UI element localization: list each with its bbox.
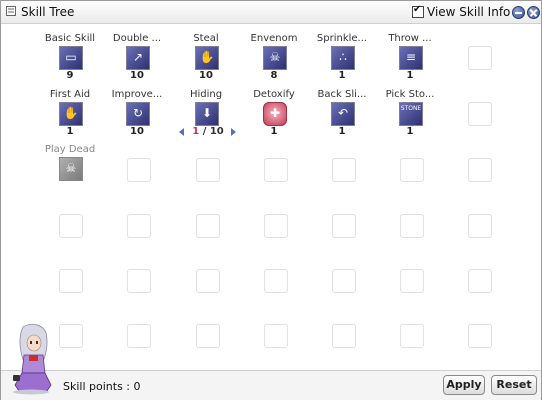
title-bar[interactable]: Skill Tree View Skill Info bbox=[1, 1, 541, 24]
view-skill-info-checkbox[interactable] bbox=[412, 4, 424, 18]
play-dead-icon[interactable]: ☠ bbox=[59, 157, 83, 181]
empty-skill-slot bbox=[468, 324, 492, 348]
skill-level: 1 bbox=[270, 126, 278, 137]
empty-skill-slot bbox=[196, 324, 220, 348]
skill-points-label: Skill points : 0 bbox=[63, 380, 141, 393]
empty-skill-slot bbox=[332, 158, 356, 182]
empty-skill-slot bbox=[59, 324, 83, 348]
apply-button[interactable]: Apply bbox=[443, 375, 485, 395]
skill-name: Steal bbox=[193, 33, 219, 44]
empty-skill-slot bbox=[196, 158, 220, 182]
double-attack-icon[interactable]: ↗ bbox=[126, 46, 150, 70]
stone-icon[interactable]: STONE bbox=[399, 102, 423, 126]
improve-dodge-icon[interactable]: ↻ bbox=[126, 102, 150, 126]
skill-name: Hiding bbox=[189, 89, 223, 100]
empty-skill-slot bbox=[59, 214, 83, 238]
empty-skill-slot bbox=[400, 269, 424, 293]
reset-button[interactable]: Reset bbox=[491, 375, 537, 395]
empty-skill-slot bbox=[468, 102, 492, 126]
skill-name: First Aid bbox=[49, 89, 91, 100]
empty-skill-slot bbox=[400, 214, 424, 238]
empty-skill-slot bbox=[468, 46, 492, 70]
sprinkle-sand-icon[interactable]: ∴ bbox=[331, 46, 355, 70]
skill-tree-window: Skill Tree View Skill Info Basic Skill ▭… bbox=[0, 0, 542, 400]
skill-name: Back Sli... bbox=[317, 89, 367, 100]
empty-skill-slot bbox=[59, 269, 83, 293]
empty-skill-slot bbox=[196, 269, 220, 293]
back-slide-icon[interactable]: ↶ bbox=[331, 102, 355, 126]
increase-level-icon[interactable] bbox=[231, 128, 236, 136]
skill-sprinkle-sand[interactable]: Sprinkle... ∴ 1 bbox=[308, 24, 376, 81]
window-title: Skill Tree bbox=[21, 5, 75, 19]
first-aid-hand-icon[interactable]: ✋ bbox=[59, 102, 83, 126]
window-menu-icon bbox=[6, 6, 16, 16]
empty-skill-slot bbox=[127, 324, 151, 348]
skill-improve-dodge[interactable]: Improve... ↻ 10 bbox=[103, 80, 171, 137]
empty-skill-slot bbox=[264, 158, 288, 182]
hiding-level-stepper[interactable]: 1 / 10 bbox=[175, 126, 239, 140]
skill-steal[interactable]: Steal ✋ 10 bbox=[172, 24, 240, 81]
empty-skill-slot bbox=[127, 269, 151, 293]
skill-name: Improve... bbox=[111, 89, 163, 100]
skill-double-attack[interactable]: Double ... ↗ 10 bbox=[103, 24, 171, 81]
skill-play-dead[interactable]: Play Dead ☠ bbox=[36, 135, 104, 191]
skill-detoxify[interactable]: Detoxify ✚ 1 bbox=[240, 80, 308, 137]
close-button[interactable] bbox=[527, 6, 540, 19]
skill-first-aid[interactable]: First Aid ✋ 1 bbox=[36, 80, 104, 137]
throw-stone-icon[interactable]: ≡ bbox=[399, 46, 423, 70]
footer-bar: Skill points : 0 Apply Reset bbox=[1, 370, 541, 400]
steal-hand-icon[interactable]: ✋ bbox=[195, 46, 219, 70]
view-skill-info-toggle[interactable]: View Skill Info bbox=[412, 4, 511, 19]
decrease-level-icon[interactable] bbox=[179, 128, 184, 136]
empty-skill-slot bbox=[468, 269, 492, 293]
skill-name: Pick Sto... bbox=[385, 89, 435, 100]
skill-level: 10 bbox=[130, 126, 144, 137]
view-skill-info-label: View Skill Info bbox=[427, 5, 511, 19]
skill-name: Throw ... bbox=[388, 33, 432, 44]
empty-skill-slot bbox=[400, 158, 424, 182]
heart-icon[interactable]: ✚ bbox=[263, 102, 287, 126]
skill-level: 1 bbox=[406, 126, 414, 137]
skill-name: Detoxify bbox=[253, 89, 295, 100]
empty-skill-slot bbox=[264, 269, 288, 293]
empty-skill-slot bbox=[332, 269, 356, 293]
skill-name: Play Dead bbox=[44, 144, 96, 155]
empty-skill-slot bbox=[196, 214, 220, 238]
skill-name: Sprinkle... bbox=[316, 33, 368, 44]
empty-skill-slot bbox=[127, 214, 151, 238]
skill-name: Double ... bbox=[112, 33, 162, 44]
empty-skill-slot bbox=[332, 324, 356, 348]
empty-skill-slot bbox=[264, 214, 288, 238]
empty-skill-slot bbox=[332, 214, 356, 238]
hiding-arrow-icon[interactable]: ⬇ bbox=[195, 102, 219, 126]
empty-skill-slot bbox=[264, 324, 288, 348]
skill-level: 1 bbox=[338, 126, 346, 137]
skill-envenom[interactable]: Envenom ☠ 8 bbox=[240, 24, 308, 81]
skill-throw-stone[interactable]: Throw ... ≡ 1 bbox=[376, 24, 444, 81]
skill-name: Basic Skill bbox=[44, 33, 96, 44]
empty-skill-slot bbox=[468, 158, 492, 182]
hiding-level-value: 1 / 10 bbox=[192, 126, 224, 137]
empty-skill-slot bbox=[127, 158, 151, 182]
minimize-icon bbox=[515, 12, 522, 14]
empty-skill-slot bbox=[400, 324, 424, 348]
skill-basic-skill[interactable]: Basic Skill ▭ 9 bbox=[36, 24, 104, 81]
character-avatar bbox=[13, 323, 52, 395]
chat-bubble-icon[interactable]: ▭ bbox=[59, 46, 83, 70]
skill-name: Envenom bbox=[250, 33, 298, 44]
skill-back-slide[interactable]: Back Sli... ↶ 1 bbox=[308, 80, 376, 137]
skull-icon[interactable]: ☠ bbox=[263, 46, 287, 70]
minimize-button[interactable] bbox=[512, 6, 525, 19]
skill-pick-stone[interactable]: Pick Sto... STONE 1 bbox=[376, 80, 444, 137]
empty-skill-slot bbox=[468, 214, 492, 238]
